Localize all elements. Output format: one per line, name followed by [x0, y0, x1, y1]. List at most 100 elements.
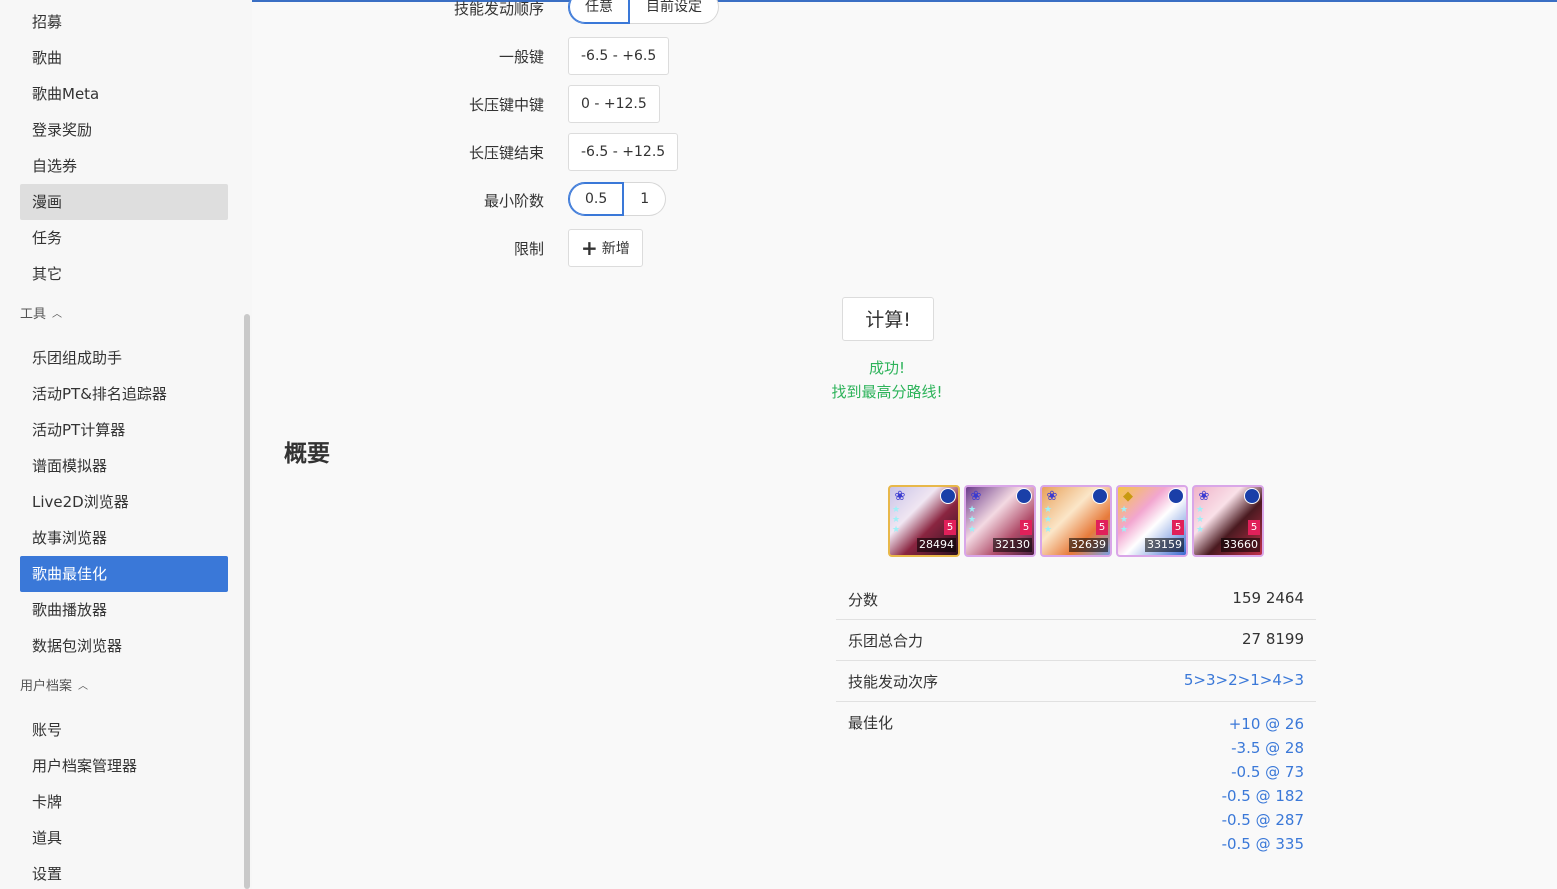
main-content: 技能发动顺序 任意 目前设定 一般键 -6.5 - +6.5 长压键中键 0 -…	[252, 0, 1557, 889]
optimization-list: +10 @ 26 -3.5 @ 28 -0.5 @ 73 -0.5 @ 182 …	[1222, 712, 1304, 856]
card-power: 33159	[1145, 538, 1184, 552]
score-label: 分数	[848, 591, 879, 609]
sidebar-item-song-optimizer[interactable]: 歌曲最佳化	[20, 556, 228, 592]
sidebar-item-comics[interactable]: 漫画	[20, 184, 228, 220]
normal-note-range-button[interactable]: -6.5 - +6.5	[568, 37, 670, 75]
sidebar-item-voucher[interactable]: 自选券	[20, 148, 228, 184]
team-card-4[interactable]: ◆ ★ ★ ★ 5 33159	[1116, 485, 1188, 557]
sidebar-item-live2d-viewer[interactable]: Live2D浏览器	[20, 484, 228, 520]
sidebar-item-song-meta[interactable]: 歌曲Meta	[20, 76, 228, 112]
rarity-badge: 5	[1020, 520, 1032, 535]
sidebar-item-recruit[interactable]: 招募	[20, 4, 228, 40]
card-power: 32639	[1069, 538, 1108, 552]
team-card-5[interactable]: ❀ ★ ★ ★ 5 33660	[1192, 485, 1264, 557]
chevron-up-icon: ︿	[78, 681, 89, 692]
sidebar-item-cards[interactable]: 卡牌	[20, 784, 228, 820]
min-step-1-option[interactable]: 1	[624, 182, 667, 216]
long-mid-label: 长压键中键	[468, 96, 544, 114]
sidebar-item-settings[interactable]: 设置	[20, 856, 228, 889]
rarity-badge: 5	[1096, 520, 1108, 535]
sidebar-item-asset-browser[interactable]: 数据包浏览器	[20, 628, 228, 664]
attribute-icon: ❀	[970, 489, 982, 504]
add-limit-label: 新增	[601, 241, 630, 257]
star-icons: ★ ★ ★	[968, 505, 977, 535]
rarity-badge: 5	[944, 520, 956, 535]
limit-label: 限制	[513, 240, 544, 258]
star-icons: ★ ★ ★	[892, 505, 901, 535]
star-icons: ★ ★ ★	[1196, 505, 1205, 535]
sidebar-item-songs[interactable]: 歌曲	[20, 40, 228, 76]
skill-order-label: 技能发动顺序	[453, 0, 544, 18]
add-limit-button[interactable]: + 新增	[568, 229, 643, 267]
band-icon	[1016, 488, 1032, 504]
sidebar-item-event-tracker[interactable]: 活动PT&排名追踪器	[20, 376, 228, 412]
band-icon	[1168, 488, 1184, 504]
sidebar-section-tools[interactable]: 工具 ︿	[20, 305, 62, 325]
min-step-toggle: 0.5 1	[568, 182, 667, 216]
optimization-item[interactable]: -0.5 @ 73	[1222, 760, 1304, 784]
skill-order-any-option[interactable]: 任意	[568, 0, 630, 24]
team-card-2[interactable]: ❀ ★ ★ ★ 5 32130	[964, 485, 1036, 557]
skill-order-result-label: 技能发动次序	[848, 673, 939, 691]
star-icons: ★ ★ ★	[1044, 505, 1053, 535]
sidebar-item-story-viewer[interactable]: 故事浏览器	[20, 520, 228, 556]
band-power-value: 27 8199	[1241, 630, 1304, 648]
min-step-label: 最小阶数	[483, 192, 544, 210]
sidebar: 招募 歌曲 歌曲Meta 登录奖励 自选券 漫画 任务 其它 工具 ︿ 乐团组成助…	[0, 0, 252, 889]
skill-order-toggle: 任意 目前设定	[568, 0, 719, 24]
optimization-item[interactable]: -3.5 @ 28	[1222, 736, 1304, 760]
sidebar-item-song-player[interactable]: 歌曲播放器	[20, 592, 228, 628]
rarity-badge: 5	[1248, 520, 1260, 535]
sidebar-item-event-calculator[interactable]: 活动PT计算器	[20, 412, 228, 448]
attribute-icon: ❀	[1198, 489, 1210, 504]
section-tools-label: 工具	[20, 307, 47, 322]
sidebar-item-missions[interactable]: 任务	[20, 220, 228, 256]
team-card-3[interactable]: ❀ ★ ★ ★ 5 32639	[1040, 485, 1112, 557]
calculate-button[interactable]: 计算!	[842, 297, 934, 341]
attribute-icon: ◆	[1123, 489, 1133, 504]
star-icons: ★ ★ ★	[1120, 505, 1129, 535]
summary-heading: 概要	[284, 441, 330, 467]
optimization-item[interactable]: +10 @ 26	[1222, 712, 1304, 736]
card-power: 28494	[917, 538, 956, 552]
skill-order-current-option[interactable]: 目前设定	[630, 0, 719, 24]
rarity-badge: 5	[1172, 520, 1184, 535]
card-power: 32130	[993, 538, 1032, 552]
band-icon	[1092, 488, 1108, 504]
chevron-up-icon: ︿	[52, 309, 63, 320]
status-found-route: 找到最高分路线!	[831, 383, 943, 401]
sidebar-item-login-bonus[interactable]: 登录奖励	[20, 112, 228, 148]
sidebar-item-others[interactable]: 其它	[20, 256, 228, 292]
long-end-range-button[interactable]: -6.5 - +12.5	[568, 133, 679, 171]
attribute-icon: ❀	[894, 489, 906, 504]
band-power-label: 乐团总合力	[848, 632, 924, 650]
status-success: 成功!	[868, 359, 905, 377]
team-card-1[interactable]: ❀ ★ ★ ★ 5 28494	[888, 485, 960, 557]
card-power: 33660	[1221, 538, 1260, 552]
optimize-label: 最佳化	[848, 714, 894, 732]
optimization-item[interactable]: -0.5 @ 335	[1222, 832, 1304, 856]
section-profile-label: 用户档案	[20, 679, 73, 694]
sidebar-item-team-builder[interactable]: 乐团组成助手	[20, 340, 228, 376]
sidebar-item-chart-simulator[interactable]: 谱面模拟器	[20, 448, 228, 484]
optimization-item[interactable]: -0.5 @ 287	[1222, 808, 1304, 832]
long-end-label: 长压键结束	[468, 144, 544, 162]
score-value: 159 2464	[1232, 589, 1304, 607]
min-step-0-5-option[interactable]: 0.5	[568, 182, 625, 216]
band-icon	[940, 488, 956, 504]
sidebar-section-profile[interactable]: 用户档案 ︿	[20, 677, 88, 697]
normal-note-label: 一般键	[498, 48, 544, 66]
summary-row-score: 分数 159 2464	[836, 579, 1316, 620]
band-icon	[1244, 488, 1260, 504]
optimization-item[interactable]: -0.5 @ 182	[1222, 784, 1304, 808]
attribute-icon: ❀	[1046, 489, 1058, 504]
summary-row-skill-order: 技能发动次序 5>3>2>1>4>3	[836, 661, 1316, 702]
plus-icon: +	[581, 236, 598, 260]
sidebar-item-account[interactable]: 账号	[20, 712, 228, 748]
sidebar-item-items[interactable]: 道具	[20, 820, 228, 856]
sidebar-item-profile-manager[interactable]: 用户档案管理器	[20, 748, 228, 784]
long-mid-range-button[interactable]: 0 - +12.5	[568, 85, 660, 123]
skill-order-result-value[interactable]: 5>3>2>1>4>3	[1184, 671, 1304, 689]
sidebar-scrollbar[interactable]	[244, 314, 250, 889]
summary-row-band-power: 乐团总合力 27 8199	[836, 620, 1316, 661]
